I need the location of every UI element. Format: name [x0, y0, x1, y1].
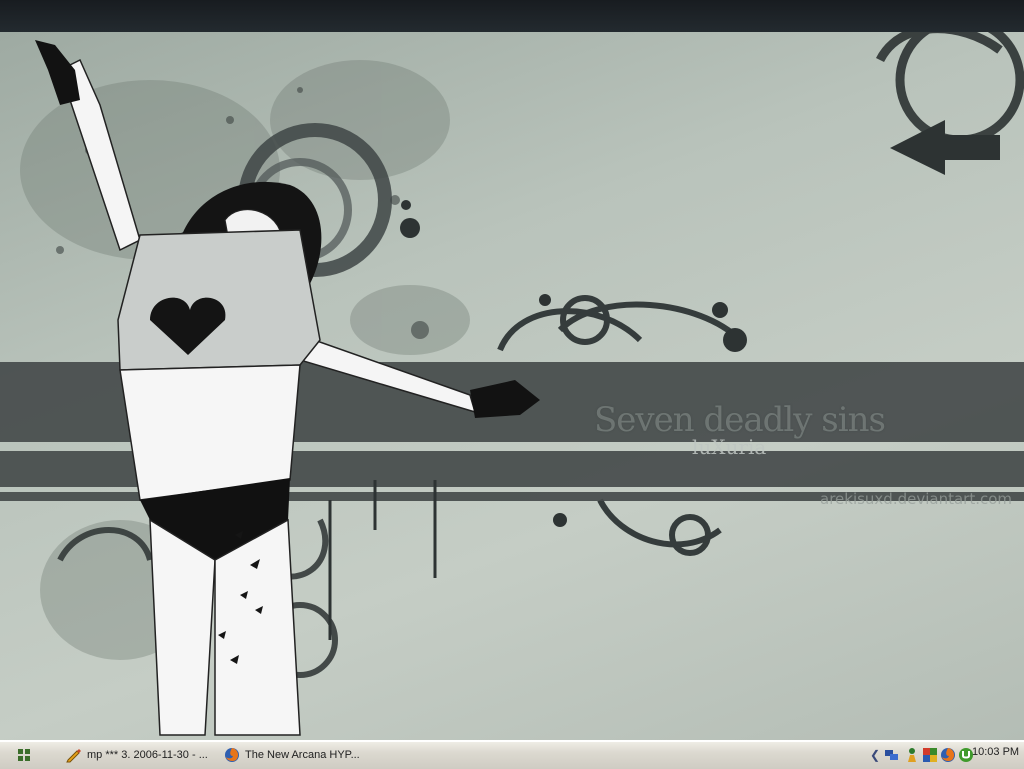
pawn-icon[interactable] [904, 747, 920, 763]
wallpaper-subtitle: luXuria [692, 435, 767, 459]
taskbar-clock[interactable]: 10:03 PM [972, 746, 1019, 758]
wallpaper: Seven deadly sins luXuria arekisuxd.devi… [0, 32, 1024, 740]
network-icon[interactable] [884, 747, 900, 763]
taskbar-button-editor[interactable]: mp *** 3. 2006-11-30 - ... [66, 744, 214, 766]
taskbar-button-firefox[interactable]: The New Arcana HYP... [224, 744, 374, 766]
top-strip [0, 0, 1024, 32]
firefox-tray-icon[interactable] [940, 747, 956, 763]
taskbar-button-label: The New Arcana HYP... [245, 749, 360, 761]
taskbar: mp *** 3. 2006-11-30 - ... The New Arcan… [0, 740, 1024, 769]
pencil-icon [66, 747, 82, 763]
grid-app-icon[interactable] [922, 747, 938, 763]
desktop[interactable]: Seven deadly sins luXuria arekisuxd.devi… [0, 0, 1024, 740]
wallpaper-credit: arekisuxd.deviantart.com [820, 490, 1013, 508]
windows-grid-icon[interactable] [16, 747, 32, 763]
chevron-left-icon[interactable]: ❮ [870, 747, 880, 763]
wallpaper-title: Seven deadly sins [594, 400, 886, 440]
firefox-icon [224, 747, 240, 763]
wallpaper-art [0, 32, 1024, 736]
taskbar-button-label: mp *** 3. 2006-11-30 - ... [87, 749, 208, 761]
